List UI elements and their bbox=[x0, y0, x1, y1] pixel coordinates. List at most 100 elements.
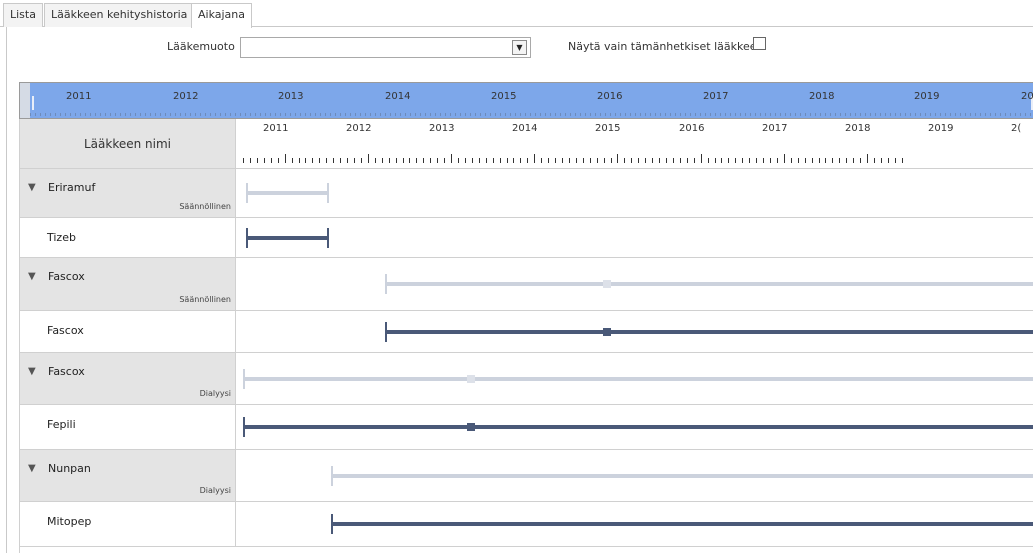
timeline-panel: Lääkemuoto ▼ Näytä vain tämänhetkiset lä… bbox=[6, 27, 1033, 553]
axis-tick bbox=[714, 158, 716, 163]
timeline-overview[interactable]: 2011 2012 2013 2014 2015 2016 2017 2018 … bbox=[19, 82, 1033, 119]
group-row[interactable]: ▼ Fascox Dialyysi bbox=[20, 353, 1033, 405]
item-row[interactable]: Fascox bbox=[20, 311, 1033, 353]
axis-year-label: 2013 bbox=[429, 123, 455, 134]
axis-tick bbox=[430, 158, 432, 163]
axis-tick bbox=[353, 158, 355, 163]
axis-tick bbox=[381, 158, 383, 163]
axis-tick bbox=[610, 158, 612, 163]
collapse-triangle-icon[interactable]: ▼ bbox=[28, 271, 36, 282]
axis-tick bbox=[707, 158, 709, 163]
axis-tick bbox=[839, 158, 841, 163]
axis-tick bbox=[894, 158, 896, 163]
overview-year-label: 2012 bbox=[173, 91, 199, 102]
item-period-bar[interactable] bbox=[331, 522, 1033, 526]
axis-year-label: 2017 bbox=[762, 123, 788, 134]
axis-tick bbox=[728, 158, 730, 163]
overview-year-label: 2016 bbox=[597, 91, 623, 102]
period-marker[interactable] bbox=[603, 327, 611, 336]
overview-ticks bbox=[30, 113, 1033, 116]
tab-timeline[interactable]: Aikajana bbox=[191, 3, 253, 28]
axis-tick bbox=[721, 158, 723, 163]
axis-tick bbox=[756, 158, 758, 163]
collapse-triangle-icon[interactable]: ▼ bbox=[28, 463, 36, 474]
axis-tick bbox=[568, 158, 570, 163]
group-name-cell[interactable]: ▼ Fascox Säännöllinen bbox=[20, 258, 236, 310]
axis-year-label: 2018 bbox=[845, 123, 871, 134]
tab-development-history[interactable]: Lääkkeen kehityshistoria bbox=[44, 3, 195, 27]
axis-tick bbox=[811, 158, 813, 163]
axis-year-label: 2015 bbox=[595, 123, 621, 134]
collapse-triangle-icon[interactable]: ▼ bbox=[28, 182, 36, 193]
group-period-bar[interactable] bbox=[246, 191, 328, 195]
tab-lista[interactable]: Lista bbox=[3, 3, 43, 27]
range-start-handle[interactable] bbox=[32, 96, 34, 110]
axis-tick bbox=[555, 158, 556, 163]
group-row[interactable]: ▼ Fascox Säännöllinen bbox=[20, 258, 1033, 311]
overview-year-label: 202 bbox=[1021, 91, 1033, 102]
group-row[interactable]: ▼ Nunpan Dialyysi bbox=[20, 450, 1033, 502]
item-row[interactable]: Tizeb bbox=[20, 218, 1033, 258]
group-period-bar[interactable] bbox=[385, 282, 1033, 286]
axis-tick bbox=[887, 158, 889, 163]
bar-end-cap bbox=[327, 183, 329, 203]
axis-tick bbox=[700, 154, 702, 163]
group-drug-name: Nunpan bbox=[48, 462, 91, 475]
item-period-bar[interactable] bbox=[243, 425, 1033, 429]
axis-tick bbox=[478, 158, 480, 163]
bar-end-cap bbox=[327, 227, 329, 248]
overview-year-label: 2011 bbox=[66, 91, 92, 102]
item-period-bar[interactable] bbox=[385, 329, 1033, 334]
axis-tick bbox=[506, 158, 508, 163]
period-marker[interactable] bbox=[467, 423, 475, 431]
axis-tick bbox=[270, 158, 272, 163]
axis-tick bbox=[652, 158, 654, 163]
chevron-down-icon[interactable]: ▼ bbox=[512, 40, 527, 55]
axis-tick bbox=[249, 158, 251, 163]
overview-year-label: 2013 bbox=[278, 91, 304, 102]
group-timeline-cell bbox=[236, 169, 1033, 217]
axis-tick bbox=[464, 158, 466, 163]
axis-tick bbox=[388, 158, 390, 163]
axis-tick bbox=[243, 158, 244, 163]
axis-tick bbox=[444, 158, 446, 163]
axis-tick bbox=[617, 154, 619, 163]
item-name-cell[interactable]: Fascox bbox=[20, 311, 236, 352]
group-name-cell[interactable]: ▼ Fascox Dialyysi bbox=[20, 353, 236, 404]
axis-tick bbox=[471, 158, 473, 163]
item-timeline-cell bbox=[236, 502, 1033, 546]
axis-tick bbox=[402, 158, 404, 163]
item-name-cell[interactable]: Fepili bbox=[20, 405, 236, 449]
form-select[interactable]: ▼ bbox=[240, 37, 531, 58]
group-name-cell[interactable]: ▼ Eriramuf Säännöllinen bbox=[20, 169, 236, 217]
group-period-bar[interactable] bbox=[243, 376, 1033, 381]
overview-year-label: 2014 bbox=[385, 91, 411, 102]
axis-tick bbox=[645, 158, 647, 163]
axis-tick bbox=[603, 158, 605, 163]
item-period-bar[interactable] bbox=[246, 235, 328, 240]
item-row[interactable]: Mitopep bbox=[20, 502, 1033, 547]
item-row[interactable]: Fepili bbox=[20, 405, 1033, 450]
axis-tick bbox=[284, 154, 286, 163]
item-name-cell[interactable]: Mitopep bbox=[20, 502, 236, 546]
axis-tick bbox=[749, 158, 751, 163]
axis-tick bbox=[541, 158, 543, 163]
axis-ticks bbox=[236, 154, 1033, 163]
group-row[interactable]: ▼ Eriramuf Säännöllinen bbox=[20, 169, 1033, 218]
period-marker[interactable] bbox=[603, 280, 611, 288]
only-current-checkbox[interactable] bbox=[753, 37, 766, 50]
collapse-triangle-icon[interactable]: ▼ bbox=[28, 366, 36, 377]
group-period-bar[interactable] bbox=[331, 473, 1033, 478]
axis-tick bbox=[638, 158, 640, 163]
period-marker[interactable] bbox=[467, 374, 475, 383]
axis-year-label: 2011 bbox=[263, 123, 289, 134]
axis-tick bbox=[527, 158, 529, 163]
axis-tick bbox=[867, 154, 868, 163]
item-name-cell[interactable]: Tizeb bbox=[20, 218, 236, 257]
axis-tick bbox=[340, 158, 342, 163]
axis-tick bbox=[735, 158, 737, 163]
axis-tick bbox=[818, 158, 820, 163]
group-name-cell[interactable]: ▼ Nunpan Dialyysi bbox=[20, 450, 236, 501]
axis-year-label: 2014 bbox=[512, 123, 538, 134]
axis-year-label: 2012 bbox=[346, 123, 372, 134]
